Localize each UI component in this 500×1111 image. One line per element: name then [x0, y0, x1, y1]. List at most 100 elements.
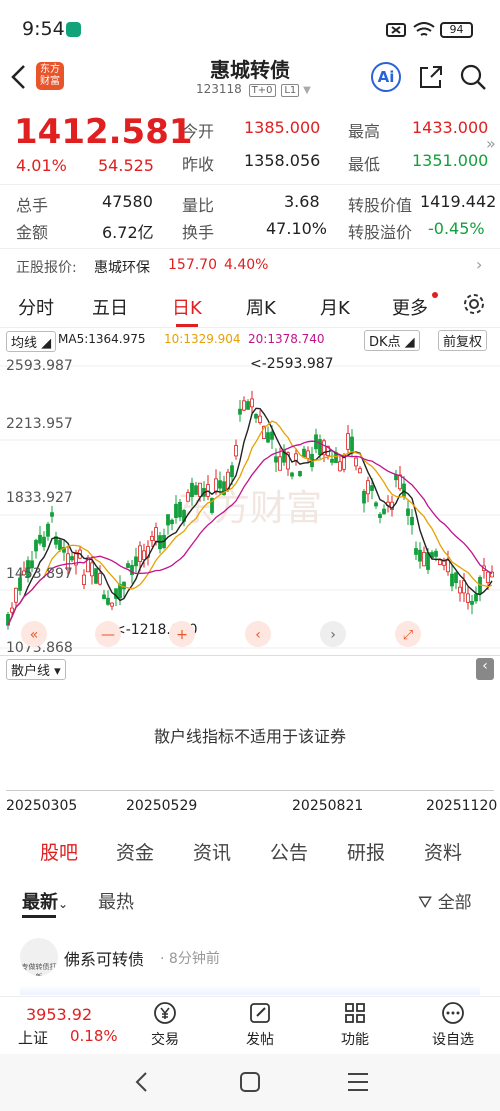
tab-fund-flow[interactable]: 资金 [116, 838, 154, 865]
tab-announcements[interactable]: 公告 [270, 838, 308, 865]
underlying-stock-row[interactable]: 正股报价: 惠城环保 157.70 4.40% › [0, 249, 500, 282]
wifi-icon [413, 22, 435, 36]
candle-body [378, 513, 382, 518]
tab-guba[interactable]: 股吧 [40, 838, 78, 865]
tab-daily-k[interactable]: 日K [172, 294, 202, 320]
ai-assistant-button[interactable]: Ai [371, 62, 401, 92]
candle-body [266, 432, 270, 443]
trade-button[interactable]: 交易 [148, 1001, 182, 1049]
candle-body [214, 478, 218, 493]
candle-body [46, 523, 50, 537]
candle-body [374, 502, 378, 507]
chart-period-tabs: 分时 五日 日K 周K 月K 更多 [0, 282, 500, 328]
tab-intraday[interactable]: 分时 [18, 294, 54, 320]
functions-button[interactable]: 功能 [338, 1001, 372, 1049]
candle-body [446, 559, 450, 573]
candle-body [70, 556, 74, 561]
candle-body [370, 485, 374, 491]
dropdown-caret-icon[interactable]: ▼ [303, 85, 311, 96]
dk-point-selector[interactable]: DK点 ◢ [364, 330, 420, 351]
tab-research[interactable]: 研报 [347, 838, 385, 865]
add-watchlist-button[interactable]: 设自选 [428, 1001, 478, 1049]
high-value: 1433.000 [412, 118, 489, 137]
tab-five-day[interactable]: 五日 [92, 294, 128, 320]
candle-body [94, 568, 98, 584]
scroll-start-icon[interactable]: « [30, 627, 39, 643]
shield-icon [66, 22, 81, 37]
prev-close-value: 1358.056 [244, 151, 321, 170]
zoom-out-icon[interactable]: — [101, 627, 115, 643]
low-value: 1351.000 [412, 151, 489, 170]
candle-body [338, 461, 342, 472]
status-bar: 9:54 94 [0, 0, 500, 48]
candle-body [274, 456, 278, 463]
kline-svg[interactable]: 东方财富 2593.987 2213.957 1833.927 1453.897… [0, 350, 500, 656]
zoom-in-icon[interactable]: + [176, 627, 188, 643]
open-value: 1385.000 [244, 118, 321, 137]
system-home-icon[interactable] [238, 1070, 262, 1094]
candle-body [98, 573, 102, 585]
candle-body [170, 519, 174, 525]
tab-monthly-k[interactable]: 月K [320, 294, 350, 320]
post-button[interactable]: 发帖 [243, 1001, 277, 1049]
indicator-selector[interactable]: 散户线 ▾ [6, 659, 66, 680]
candle-body [254, 414, 258, 419]
candle-body [406, 508, 410, 516]
y-tick-label: 1833.927 [6, 490, 73, 506]
candle-body [302, 448, 306, 458]
ma-selector[interactable]: 均线 ◢ [6, 331, 57, 352]
candle-body [330, 458, 334, 463]
x-date-label: 20250529 [126, 798, 198, 814]
low-label: 最低 [348, 155, 381, 174]
open-label: 今开 [182, 122, 215, 141]
candle-body [318, 439, 322, 456]
pan-right-icon[interactable]: › [330, 627, 336, 643]
candle-body [246, 401, 250, 410]
system-menu-icon[interactable] [346, 1071, 370, 1093]
share-icon[interactable] [418, 64, 444, 90]
system-back-icon[interactable] [132, 1070, 150, 1094]
sort-hottest[interactable]: 最热 [98, 888, 134, 914]
candle-body [194, 485, 198, 495]
candle-body [50, 512, 54, 517]
adjust-mode-button[interactable]: 前复权 [438, 330, 488, 351]
post-username[interactable]: 佛系可转债 [64, 946, 144, 970]
underlying-change: 4.40% [224, 257, 269, 273]
sort-newest[interactable]: 最新⌄ [22, 888, 68, 914]
candle-body [422, 551, 426, 567]
x-date-label: 20250821 [292, 798, 364, 814]
candle-body [402, 483, 406, 497]
settings-gear-icon[interactable] [462, 292, 486, 316]
premium-label: 转股溢价 [348, 223, 413, 242]
candle-body [126, 563, 130, 568]
tab-news[interactable]: 资讯 [193, 838, 231, 865]
conversion-value: 1419.442 [420, 192, 497, 211]
back-arrow-icon[interactable] [10, 64, 28, 90]
sub-indicator-message: 散户线指标不适用于该证券 [153, 727, 346, 746]
candle-body [198, 482, 202, 497]
trade-label: 交易 [151, 1032, 179, 1048]
fullscreen-icon[interactable]: ⤢ [403, 628, 413, 643]
bottom-navigation: 3953.92 上证 0.18% 交易 发帖 功能 设自选 [0, 996, 500, 1054]
pan-left-icon[interactable]: ‹ [255, 627, 261, 643]
search-icon[interactable] [460, 64, 488, 92]
tab-more[interactable]: 更多 [392, 294, 428, 320]
tab-profile[interactable]: 资料 [424, 838, 462, 865]
ma20-value: 20:1378.740 [248, 332, 325, 346]
collapse-panel-button[interactable]: ‹ [476, 658, 494, 680]
candle-body [414, 548, 418, 555]
user-avatar[interactable]: 专做转债打新 [20, 938, 58, 976]
tab-weekly-k[interactable]: 周K [246, 294, 276, 320]
candle-body [38, 534, 42, 544]
candle-body [438, 559, 442, 565]
candle-body [178, 501, 182, 518]
candle-body [42, 536, 46, 548]
filter-button[interactable]: ⛛ 全部 [418, 888, 472, 913]
prev-close-label: 昨收 [182, 155, 215, 174]
high-label: 最高 [348, 122, 381, 141]
sort-newest-label: 最新 [22, 892, 58, 913]
candle-body [34, 539, 38, 552]
brand-logo: 东方 财富 [36, 62, 64, 90]
candle-body [186, 492, 190, 502]
expand-chevron-icon[interactable]: » [486, 134, 496, 153]
